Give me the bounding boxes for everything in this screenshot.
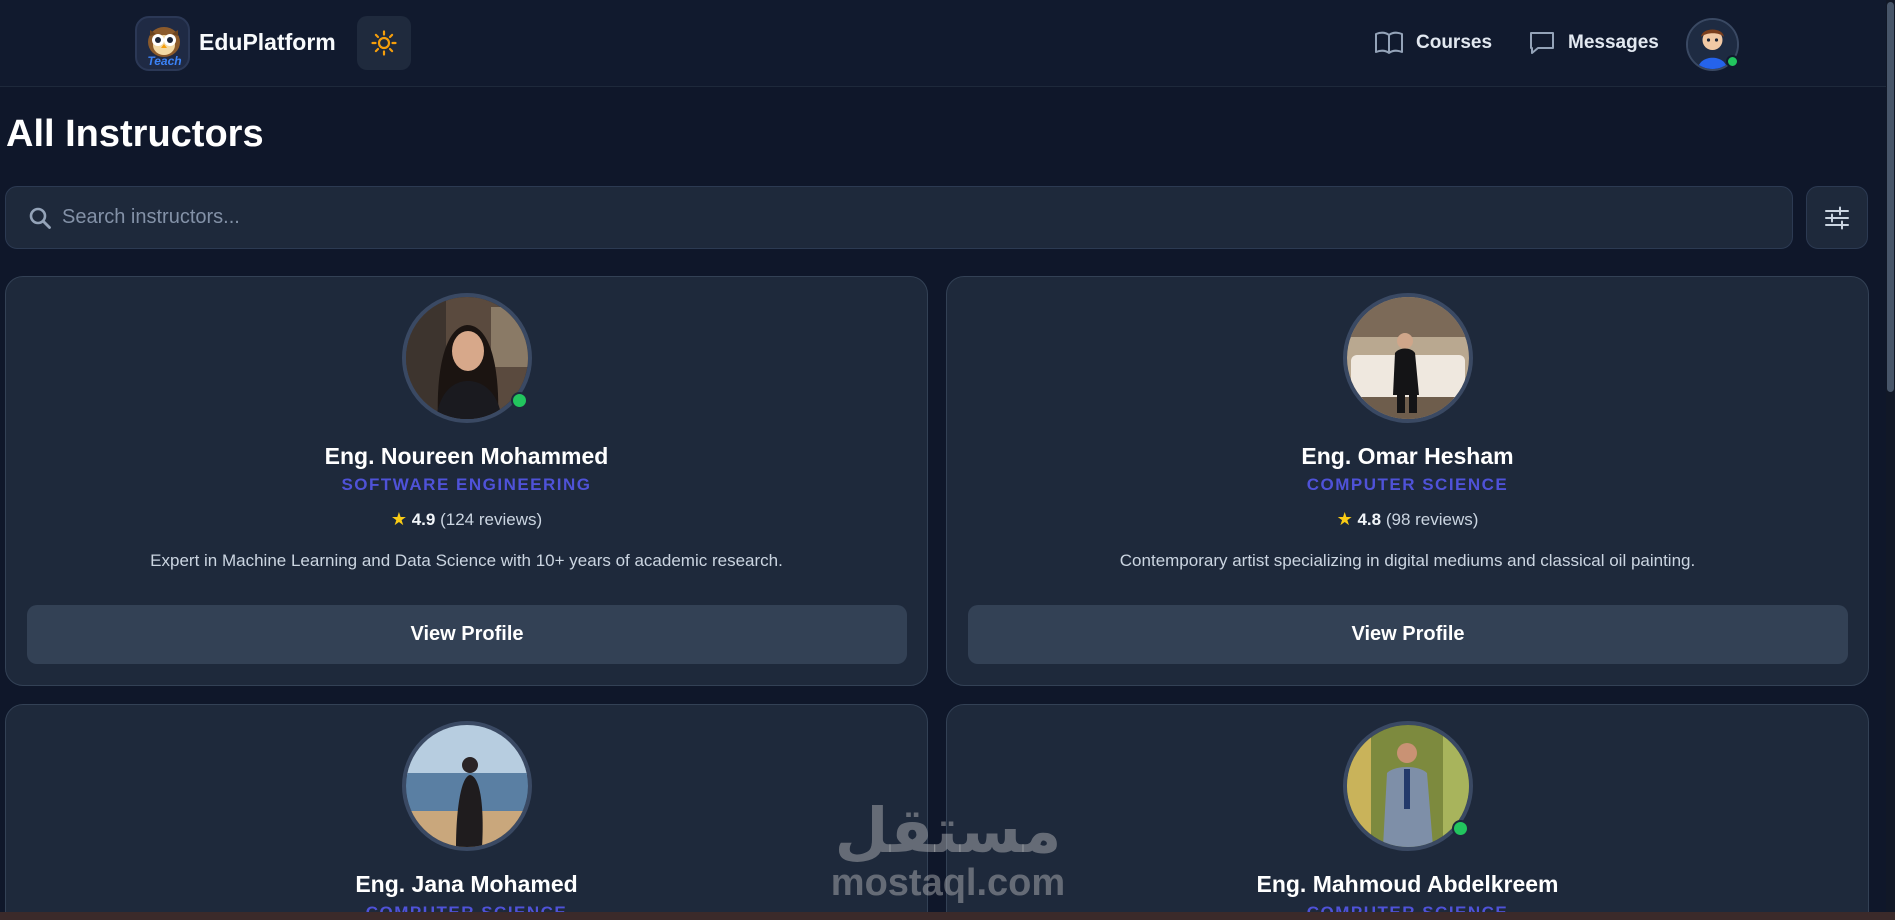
nav-messages[interactable]: Messages bbox=[1528, 27, 1659, 59]
instructor-department: SOFTWARE ENGINEERING bbox=[341, 475, 592, 494]
instructor-card: Eng. Mahmoud Abdelkreem COMPUTER SCIENCE bbox=[946, 704, 1869, 920]
search-bar bbox=[5, 186, 1793, 249]
search-input[interactable] bbox=[62, 187, 1762, 248]
nav-courses-label: Courses bbox=[1416, 32, 1493, 53]
online-status-dot bbox=[1726, 55, 1739, 68]
rating-score: 4.8 bbox=[1357, 510, 1382, 529]
review-count: (124 reviews) bbox=[440, 510, 543, 529]
instructor-photo-image bbox=[1347, 297, 1469, 419]
nav-courses[interactable]: Courses bbox=[1374, 27, 1492, 59]
brand-logo[interactable]: Teach bbox=[135, 16, 190, 71]
top-navbar: Teach EduPlatform Courses Messages bbox=[0, 0, 1895, 87]
instructor-name[interactable]: Eng. Mahmoud Abdelkreem bbox=[947, 871, 1868, 898]
instructor-name[interactable]: Eng. Omar Hesham bbox=[947, 443, 1868, 470]
review-count: (98 reviews) bbox=[1385, 510, 1479, 529]
instructor-card: Eng. Jana Mohamed COMPUTER SCIENCE bbox=[5, 704, 928, 920]
instructor-photo[interactable] bbox=[402, 293, 532, 423]
view-profile-button[interactable]: View Profile bbox=[968, 605, 1848, 664]
theme-toggle-button[interactable] bbox=[357, 16, 411, 70]
instructor-name[interactable]: Eng. Jana Mohamed bbox=[6, 871, 927, 898]
sliders-icon bbox=[1825, 206, 1849, 229]
instructor-photo[interactable] bbox=[402, 721, 532, 851]
instructor-photo-image bbox=[406, 297, 528, 419]
watermark: مستقل mostaql.com bbox=[830, 794, 1066, 904]
instructor-name[interactable]: Eng. Noureen Mohammed bbox=[6, 443, 927, 470]
scrollbar-thumb[interactable] bbox=[1887, 2, 1894, 392]
sun-icon bbox=[371, 30, 397, 56]
instructor-photo[interactable] bbox=[1343, 293, 1473, 423]
instructor-photo-image bbox=[406, 725, 528, 847]
watermark-latin: mostaql.com bbox=[830, 862, 1066, 904]
instructor-department: COMPUTER SCIENCE bbox=[1306, 475, 1509, 494]
filter-button[interactable] bbox=[1806, 186, 1868, 249]
star-icon: ★ bbox=[390, 509, 407, 529]
instructor-bio: Contemporary artist specializing in digi… bbox=[1119, 551, 1696, 570]
instructor-rating: ★ 4.8 (98 reviews) bbox=[947, 509, 1868, 530]
online-status-dot bbox=[511, 392, 528, 409]
message-square-icon bbox=[1530, 32, 1554, 54]
rating-score: 4.9 bbox=[411, 510, 436, 529]
instructor-rating: ★ 4.9 (124 reviews) bbox=[6, 509, 927, 530]
search-icon bbox=[29, 207, 51, 229]
book-open-icon bbox=[1375, 31, 1403, 54]
bottom-edge bbox=[0, 912, 1895, 920]
online-status-dot bbox=[1452, 820, 1469, 837]
instructor-card: Eng. Noureen Mohammed SOFTWARE ENGINEERI… bbox=[5, 276, 928, 686]
instructor-bio: Expert in Machine Learning and Data Scie… bbox=[150, 551, 783, 570]
star-icon: ★ bbox=[1336, 509, 1353, 529]
view-profile-button[interactable]: View Profile bbox=[27, 605, 907, 664]
instructor-photo-image bbox=[1347, 725, 1469, 847]
instructor-card: Eng. Omar Hesham COMPUTER SCIENCE ★ 4.8 … bbox=[946, 276, 1869, 686]
page-title: All Instructors bbox=[6, 113, 264, 155]
logo-text: Teach bbox=[147, 54, 182, 68]
nav-messages-label: Messages bbox=[1568, 32, 1659, 53]
instructor-photo[interactable] bbox=[1343, 721, 1473, 851]
brand-name[interactable]: EduPlatform bbox=[199, 29, 336, 56]
watermark-arabic: مستقل bbox=[834, 794, 1062, 867]
user-avatar[interactable] bbox=[1686, 18, 1739, 71]
